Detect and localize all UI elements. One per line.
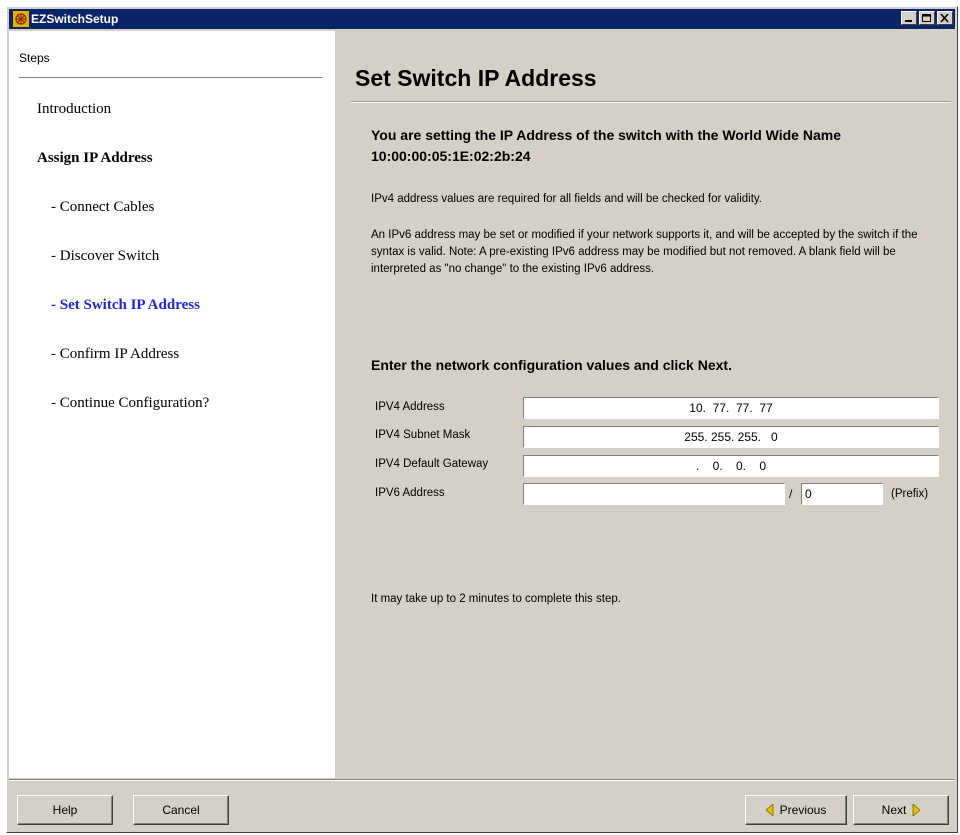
ipv6-address-label: IPV6 Address <box>375 487 445 499</box>
minimize-icon <box>905 20 912 22</box>
next-button[interactable]: Next <box>853 795 949 825</box>
ipv4-info-text: IPv4 address values are required for all… <box>371 193 762 205</box>
maximize-icon <box>922 14 931 22</box>
ipv6-prefix-input[interactable]: 0 <box>801 483 883 505</box>
help-button-label: Help <box>52 803 78 817</box>
duration-note: It may take up to 2 minutes to complete … <box>371 593 621 605</box>
ipv4-subnet-mask-label: IPV4 Subnet Mask <box>375 429 471 441</box>
step-discover-switch: - Discover Switch <box>51 248 160 264</box>
window-title: EZSwitchSetup <box>31 12 119 26</box>
ezswitch-window: EZSwitchSetup Steps Introduction Assign … <box>6 6 958 833</box>
form-heading: Enter the network configuration values a… <box>371 357 732 373</box>
step-introduction: Introduction <box>37 101 112 117</box>
ipv4-address-label: IPV4 Address <box>375 401 445 413</box>
ipv6-address-input[interactable] <box>523 483 785 505</box>
next-button-label: Next <box>881 803 907 817</box>
close-icon <box>940 14 949 23</box>
ipv6-info-text: An IPv6 address may be set or modified i… <box>371 229 918 275</box>
steps-divider <box>19 77 323 78</box>
step-assign-ip-address: Assign IP Address <box>37 150 153 166</box>
steps-panel: Steps Introduction Assign IP Address - C… <box>9 31 335 778</box>
ipv4-subnet-mask-input[interactable]: 255. 255. 255. 0 <box>523 426 939 448</box>
step-set-switch-ip-address: - Set Switch IP Address <box>51 297 200 313</box>
help-button[interactable]: Help <box>17 795 113 825</box>
minimize-button[interactable] <box>901 11 917 25</box>
prefix-separator: / <box>789 487 793 501</box>
ipv4-default-gateway-input[interactable]: . 0. 0. 0 <box>523 455 939 477</box>
prefix-label: (Prefix) <box>891 488 929 500</box>
app-icon <box>13 11 29 27</box>
previous-button-label: Previous <box>779 803 827 817</box>
title-divider-highlight <box>351 102 951 103</box>
previous-button[interactable]: Previous <box>745 795 847 825</box>
title-bar[interactable]: EZSwitchSetup <box>9 9 955 29</box>
maximize-button[interactable] <box>919 11 935 25</box>
previous-arrow-icon <box>765 804 774 816</box>
step-continue-configuration: - Continue Configuration? <box>51 395 210 411</box>
next-arrow-icon <box>912 804 921 816</box>
main-panel: Set Switch IP Address You are setting th… <box>337 31 957 778</box>
intro-heading: You are setting the IP Address of the sw… <box>371 127 841 164</box>
step-connect-cables: - Connect Cables <box>51 199 155 215</box>
close-button[interactable] <box>937 11 953 25</box>
step-confirm-ip-address: - Confirm IP Address <box>51 346 180 362</box>
steps-header: Steps <box>19 51 50 65</box>
cancel-button[interactable]: Cancel <box>133 795 229 825</box>
cancel-button-label: Cancel <box>162 803 200 817</box>
ipv4-default-gateway-label: IPV4 Default Gateway <box>375 458 489 470</box>
page-title: Set Switch IP Address <box>355 65 597 91</box>
footer-divider-highlight <box>9 780 955 781</box>
ipv4-address-input[interactable]: 10. 77. 77. 77 <box>523 397 939 419</box>
